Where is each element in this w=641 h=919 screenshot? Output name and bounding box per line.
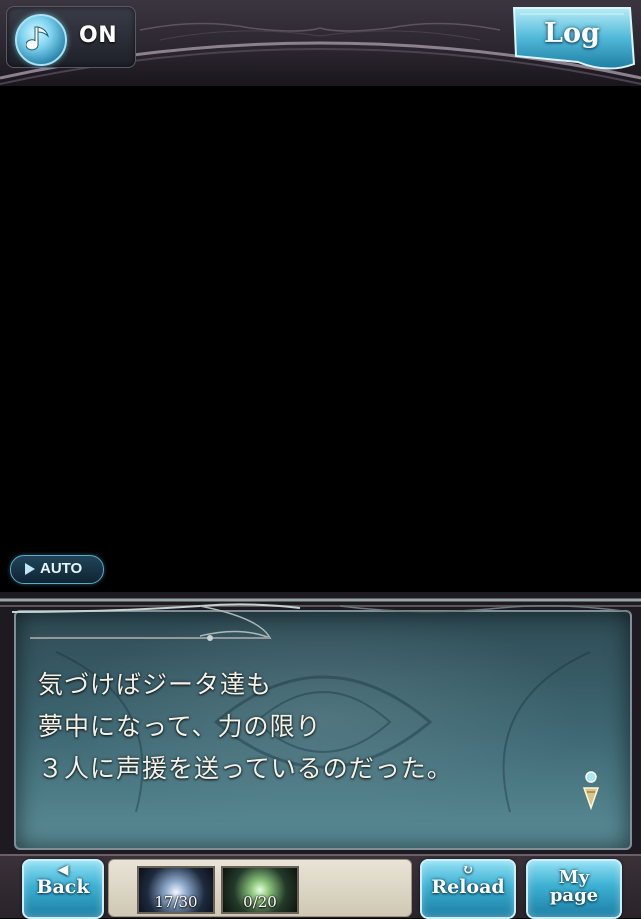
auto-button[interactable]: AUTO <box>10 555 104 584</box>
mypage-button[interactable]: My page <box>526 859 622 919</box>
status-gauges: 17/30 0/20 <box>108 859 412 917</box>
log-button[interactable]: Log <box>508 4 636 76</box>
story-scene[interactable] <box>0 42 641 596</box>
back-arrow-icon: ◀ <box>57 862 69 878</box>
reload-icon: ↻ <box>462 862 474 878</box>
dialogue-frame: 気づけばジータ達も 夢中になって、力の限り ３人に声援を送っているのだった。 <box>0 592 641 854</box>
advance-cursor-icon[interactable] <box>580 770 602 812</box>
reload-button[interactable]: ↻ Reload <box>420 859 516 919</box>
back-button[interactable]: ◀ Back <box>22 859 104 919</box>
bp-gauge: 0/20 <box>221 866 299 914</box>
dialogue-line-1: 気づけばジータ達も <box>38 670 273 699</box>
back-label: Back <box>36 876 90 898</box>
play-arrow-icon <box>25 563 35 575</box>
music-status-label: ON <box>79 23 118 48</box>
ap-gauge: 17/30 <box>137 866 215 914</box>
music-note-icon <box>15 14 67 66</box>
reload-label: Reload <box>431 876 505 898</box>
auto-label: AUTO <box>40 560 83 577</box>
mypage-label-line2: page <box>549 885 599 906</box>
music-toggle-button[interactable]: ON <box>6 6 136 68</box>
ap-value: 17/30 <box>154 893 198 911</box>
top-frame: ON Log <box>0 0 641 86</box>
log-label: Log <box>544 18 600 49</box>
bottom-nav-bar: ◀ Back 17/30 0/20 ↻ Reload My page <box>0 854 641 919</box>
dialogue-line-3: ３人に声援を送っているのだった。 <box>38 754 453 783</box>
dialogue-text: 気づけばジータ達も 夢中になって、力の限り ３人に声援を送っているのだった。 <box>38 664 453 790</box>
dialogue-line-2: 夢中になって、力の限り <box>38 712 322 741</box>
bp-value: 0/20 <box>243 893 277 911</box>
